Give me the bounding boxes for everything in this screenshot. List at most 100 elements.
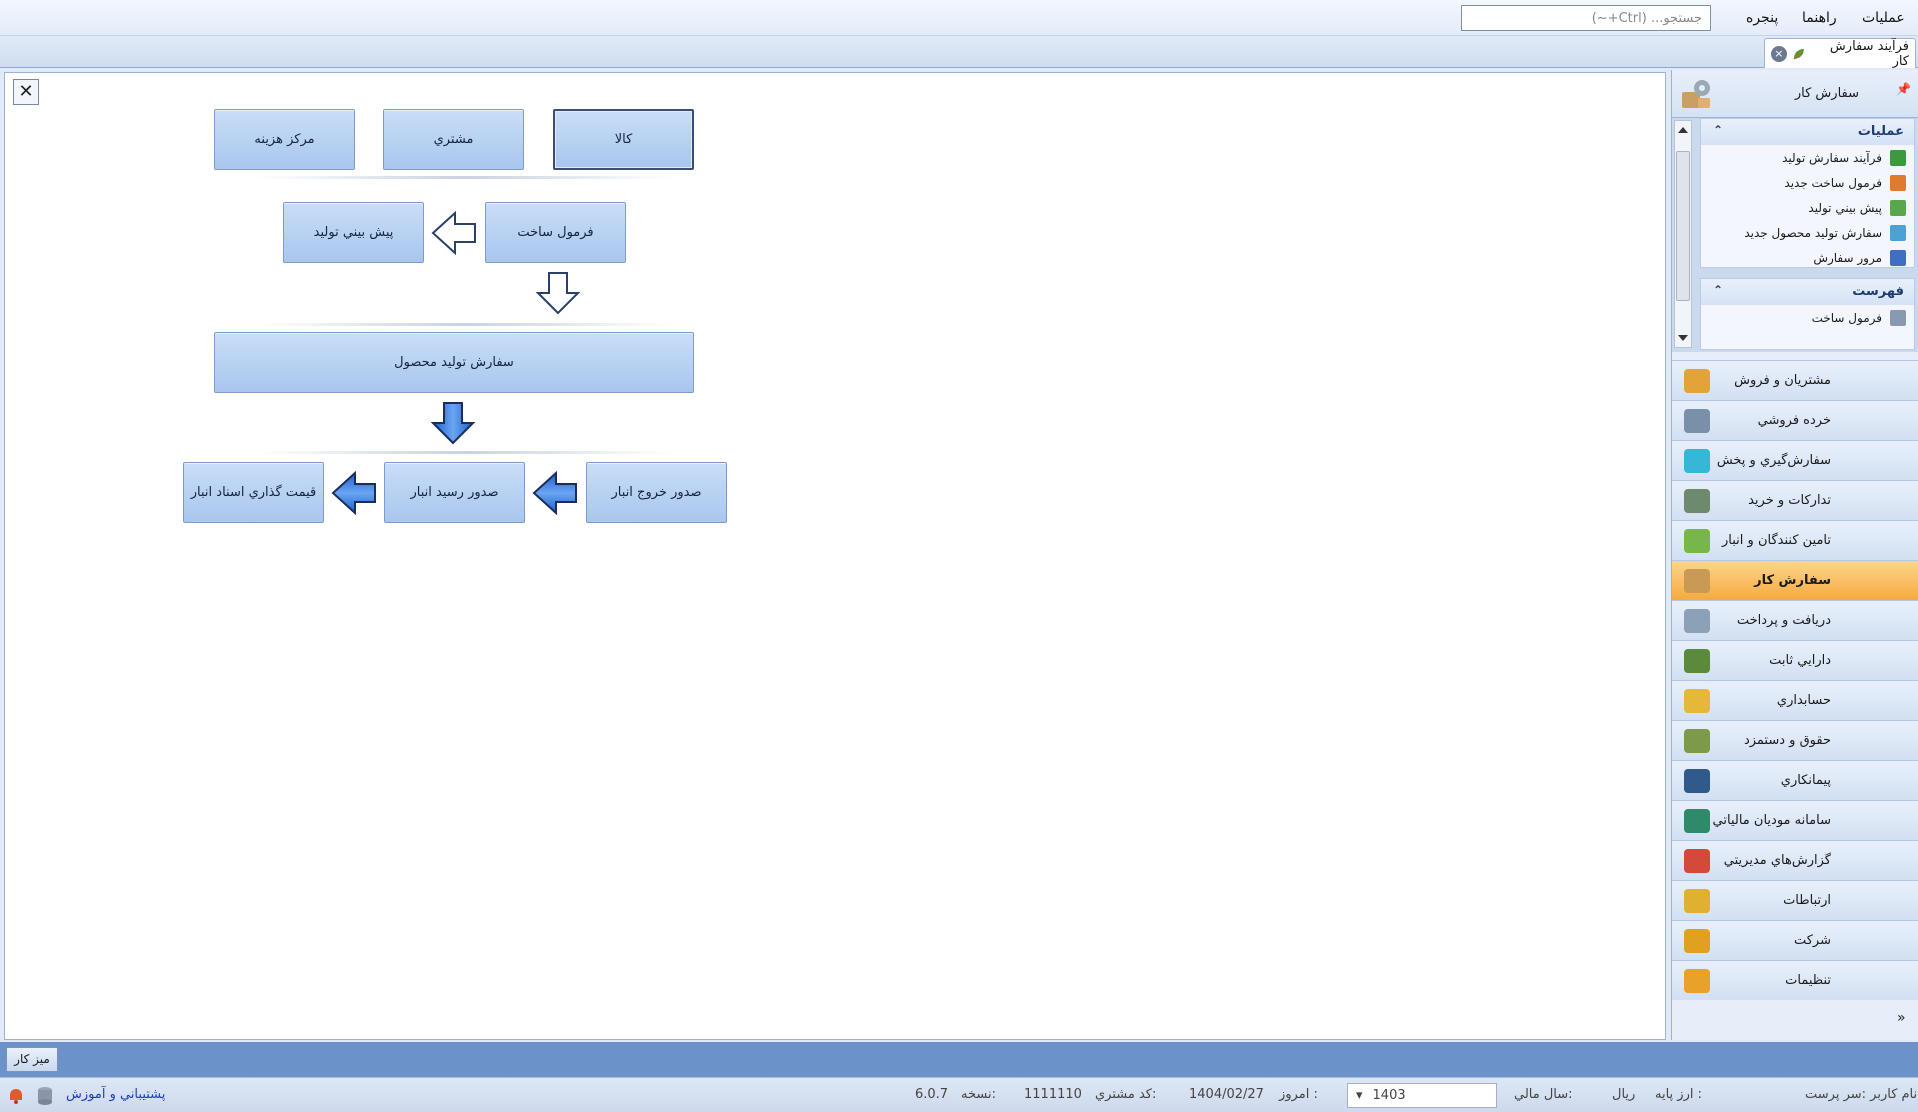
module-label: دريافت و پرداخت bbox=[1736, 613, 1831, 628]
nav-title: سفارش کار bbox=[1794, 86, 1859, 101]
accounting-icon bbox=[1684, 689, 1710, 713]
module-label: پيمانکاري bbox=[1780, 773, 1831, 788]
module-label: حقوق و دستمزد bbox=[1743, 733, 1831, 748]
production-forecast-button[interactable]: پيش بيني توليد bbox=[283, 202, 424, 263]
module-communications[interactable]: ارتباطات bbox=[1672, 880, 1918, 920]
suppliers-icon bbox=[1684, 529, 1710, 553]
base-currency-label: ارز پايه : bbox=[1655, 1087, 1702, 1102]
task-label: فرآيند سفارش توليد bbox=[1782, 150, 1882, 165]
collapse-icon[interactable]: ⌃ bbox=[1713, 123, 1723, 137]
task-production-process[interactable]: فرآيند سفارش توليد bbox=[1701, 145, 1914, 170]
menu-help[interactable]: راهنما bbox=[1802, 10, 1837, 26]
module-distribution[interactable]: سفارش‌گيري و پخش bbox=[1672, 440, 1918, 480]
operations-group-title: عمليات bbox=[1857, 124, 1904, 139]
production-process-icon bbox=[1890, 149, 1906, 166]
separator bbox=[255, 176, 675, 179]
task-label: سفارش توليد محصول جديد bbox=[1744, 225, 1882, 240]
module-label: شرکت bbox=[1793, 933, 1831, 948]
module-reports[interactable]: گزارش‌هاي مديريتي bbox=[1672, 840, 1918, 880]
close-icon[interactable]: ✕ bbox=[13, 79, 39, 105]
close-tab-icon[interactable]: × bbox=[1771, 45, 1787, 62]
module-list: مشتريان و فروش خرده فروشي سفارش‌گيري و پ… bbox=[1672, 360, 1918, 1000]
goods-button[interactable]: کالا bbox=[553, 109, 694, 170]
support-link[interactable]: پشتيباني و آموزش bbox=[66, 1087, 165, 1102]
procurement-icon bbox=[1684, 489, 1710, 513]
review-order-icon bbox=[1890, 249, 1906, 266]
arrow-left-filled-icon bbox=[331, 470, 376, 516]
payroll-icon bbox=[1684, 729, 1710, 753]
menu-operations[interactable]: عمليات bbox=[1862, 10, 1905, 26]
task-new-formula[interactable]: فرمول ساخت جديد bbox=[1701, 170, 1914, 195]
module-label: سفارش کار bbox=[1754, 573, 1831, 588]
scroll-thumb[interactable] bbox=[1676, 151, 1690, 301]
module-suppliers[interactable]: تامين کنندگان و انبار bbox=[1672, 520, 1918, 560]
product-production-order-button[interactable]: سفارش توليد محصول bbox=[214, 332, 694, 393]
list-item-build-formula[interactable]: فرمول ساخت bbox=[1701, 305, 1914, 330]
arrow-down-icon bbox=[535, 272, 581, 315]
module-label: دارايي ثابت bbox=[1769, 653, 1831, 668]
task-new-order[interactable]: سفارش توليد محصول جديد bbox=[1701, 220, 1914, 245]
expand-more-icon[interactable]: » bbox=[1897, 1010, 1906, 1026]
reports-icon bbox=[1684, 849, 1710, 873]
module-procurement[interactable]: تدارکات و خريد bbox=[1672, 480, 1918, 520]
module-company[interactable]: شرکت bbox=[1672, 920, 1918, 960]
workflow-canvas: ✕ مرکز هزينه مشتري کالا پيش بيني توليد ف… bbox=[4, 72, 1666, 1040]
module-customers-sales[interactable]: مشتريان و فروش bbox=[1672, 360, 1918, 400]
module-label: مشتريان و فروش bbox=[1734, 373, 1831, 388]
scroll-down-icon[interactable] bbox=[1678, 335, 1688, 341]
today-value: 1404/02/27 bbox=[1189, 1087, 1264, 1102]
navigation-panel: 📌 سفارش کار عمليات ⌃ فرآيند سفارش توليد bbox=[1671, 70, 1918, 1040]
collapse-icon[interactable]: ⌃ bbox=[1713, 283, 1723, 297]
module-label: گزارش‌هاي مديريتي bbox=[1723, 853, 1831, 868]
task-label: پيش بيني توليد bbox=[1808, 200, 1882, 215]
menu-bar: عمليات راهنما پنجره bbox=[0, 0, 1918, 36]
module-accounting[interactable]: حسابداري bbox=[1672, 680, 1918, 720]
fiscal-year-value: 1403 bbox=[1372, 1088, 1406, 1103]
desktop-button[interactable]: ميز کار bbox=[6, 1047, 58, 1072]
cost-center-button[interactable]: مرکز هزينه bbox=[214, 109, 355, 170]
build-formula-button[interactable]: فرمول ساخت bbox=[485, 202, 626, 263]
pin-icon[interactable]: 📌 bbox=[1896, 82, 1911, 96]
module-label: تامين کنندگان و انبار bbox=[1722, 533, 1831, 548]
module-retail[interactable]: خرده فروشي bbox=[1672, 400, 1918, 440]
tax-system-icon bbox=[1684, 809, 1710, 833]
task-review-order[interactable]: مرور سفارش bbox=[1701, 245, 1914, 270]
customer-button[interactable]: مشتري bbox=[383, 109, 524, 170]
retail-icon bbox=[1684, 409, 1710, 433]
list-group-title: فهرست bbox=[1852, 284, 1904, 299]
window-taskbar: ميز کار bbox=[0, 1042, 1918, 1077]
module-payroll[interactable]: حقوق و دستمزد bbox=[1672, 720, 1918, 760]
module-contracting[interactable]: پيمانکاري bbox=[1672, 760, 1918, 800]
search-input[interactable] bbox=[1461, 5, 1711, 31]
task-forecast[interactable]: پيش بيني توليد bbox=[1701, 195, 1914, 220]
module-tax-system[interactable]: سامانه موديان مالياتي bbox=[1672, 800, 1918, 840]
warehouse-receipt-button[interactable]: صدور رسيد انبار bbox=[384, 462, 525, 523]
today-label: امروز : bbox=[1279, 1087, 1318, 1102]
contracting-icon bbox=[1684, 769, 1710, 793]
tab-work-order-process[interactable]: فرآيند سفارش کار × bbox=[1764, 38, 1916, 69]
list-icon bbox=[1890, 309, 1906, 326]
new-order-icon bbox=[1890, 224, 1906, 241]
new-formula-icon bbox=[1890, 174, 1906, 191]
module-settings[interactable]: تنظيمات bbox=[1672, 960, 1918, 1000]
notification-bell-icon[interactable] bbox=[6, 1086, 26, 1106]
document-tab-strip: فرآيند سفارش کار × bbox=[0, 36, 1918, 69]
settings-icon bbox=[1684, 969, 1710, 993]
module-fixed-assets[interactable]: دارايي ثابت bbox=[1672, 640, 1918, 680]
module-work-order[interactable]: سفارش کار bbox=[1672, 560, 1918, 600]
operations-group-header[interactable]: عمليات ⌃ bbox=[1701, 119, 1914, 145]
scroll-up-icon[interactable] bbox=[1678, 127, 1688, 133]
fiscal-year-select[interactable]: ▾ 1403 bbox=[1347, 1083, 1497, 1108]
version-value: 6.0.7 bbox=[915, 1087, 949, 1102]
module-label: ارتباطات bbox=[1783, 893, 1831, 908]
tasks-area: عمليات ⌃ فرآيند سفارش توليد فرمول ساخت ج… bbox=[1672, 118, 1918, 352]
arrow-left-icon bbox=[431, 210, 476, 256]
warehouse-doc-pricing-button[interactable]: قيمت گذاري اسناد انبار bbox=[183, 462, 324, 523]
separator bbox=[255, 323, 675, 326]
module-payments[interactable]: دريافت و پرداخت bbox=[1672, 600, 1918, 640]
database-icon[interactable] bbox=[36, 1086, 54, 1106]
menu-window[interactable]: پنجره bbox=[1746, 10, 1778, 26]
tasks-scrollbar[interactable] bbox=[1674, 120, 1692, 348]
list-group-header[interactable]: فهرست ⌃ bbox=[1701, 279, 1914, 305]
warehouse-issue-button[interactable]: صدور خروج انبار bbox=[586, 462, 727, 523]
